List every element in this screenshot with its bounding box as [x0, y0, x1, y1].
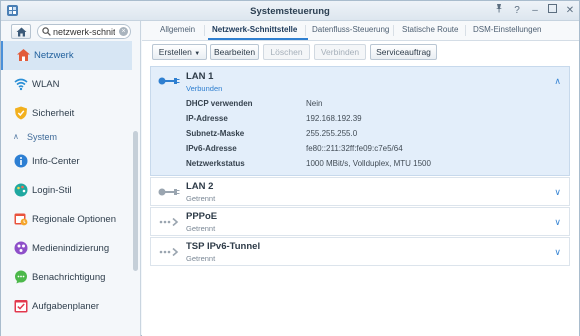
- sidebar-item-label: Medienindizierung: [32, 243, 110, 254]
- tab-separator: [204, 25, 205, 36]
- sidebar-item-label: Benachrichtigung: [32, 272, 106, 283]
- detail-key: IPv6-Adresse: [186, 144, 237, 153]
- connect-button[interactable]: Verbinden: [314, 44, 366, 60]
- interface-status: Getrennt: [186, 254, 216, 263]
- chevron-down-icon[interactable]: ∨: [554, 217, 561, 228]
- chevron-down-icon[interactable]: ∨: [554, 187, 561, 198]
- interface-name: PPPoE: [186, 211, 218, 222]
- sidebar-scrollbar[interactable]: [133, 131, 138, 271]
- sidebar-item-label: Sicherheit: [32, 108, 75, 119]
- sidebar-item-login-stil[interactable]: Login-Stil: [1, 176, 132, 205]
- title-bar[interactable]: Systemsteuerung ? – ✕: [1, 1, 579, 21]
- maximize-icon[interactable]: [544, 3, 560, 19]
- create-button-label: Erstellen: [158, 47, 192, 57]
- detail-key: Netzwerkstatus: [186, 159, 245, 168]
- sidebar-item-netzwerk[interactable]: Netzwerk: [1, 41, 132, 70]
- home-button[interactable]: [11, 24, 31, 39]
- interface-status: Getrennt: [186, 194, 216, 203]
- sidebar-item-wlan[interactable]: WLAN: [1, 70, 132, 99]
- sidebar-item-info-center[interactable]: Info-Center: [1, 147, 132, 176]
- tab-statische-route[interactable]: Statische Route: [402, 25, 458, 34]
- interface-name: TSP IPv6-Tunnel: [186, 241, 261, 252]
- section-label: System: [27, 132, 58, 142]
- sidebar-item-label: Info-Center: [32, 156, 80, 167]
- interface-name: LAN 1: [186, 71, 214, 82]
- clear-search-icon[interactable]: ×: [119, 27, 128, 36]
- tab-netzwerk-schnittstelle[interactable]: Netzwerk-Schnittstelle: [212, 25, 297, 34]
- detail-value: fe80::211:32ff:fe09:c7e5/64: [306, 144, 403, 153]
- tab-datenfluss-steuerung[interactable]: Datenfluss-Steuerung: [312, 25, 389, 34]
- ethernet-disconnected-icon: [158, 187, 180, 199]
- tab-separator: [393, 25, 394, 36]
- service-order-button[interactable]: Serviceauftrag: [370, 44, 437, 60]
- delete-button[interactable]: Löschen: [263, 44, 310, 60]
- chevron-down-icon[interactable]: ∨: [554, 247, 561, 258]
- sidebar-item-aufgabenplaner[interactable]: Aufgabenplaner: [1, 292, 132, 321]
- interface-item-pppoe[interactable]: PPPoE Getrennt ∨: [150, 207, 570, 236]
- sidebar-item-label: Aufgabenplaner: [32, 301, 100, 312]
- control-panel-window: Systemsteuerung ? – ✕ × Netzwerk: [0, 0, 580, 336]
- sidebar-item-medienindizierung[interactable]: Medienindizierung: [1, 234, 132, 263]
- sidebar-item-label: Regionale Optionen: [32, 214, 116, 225]
- dropdown-arrow-icon: ▼: [194, 51, 201, 57]
- minimize-icon[interactable]: –: [527, 3, 543, 19]
- sidebar: × Netzwerk WLAN Sicherheit ∧ System: [1, 21, 141, 336]
- tab-allgemein[interactable]: Allgemein: [160, 25, 195, 34]
- shield-icon: [14, 106, 28, 120]
- sidebar-item-label: Netzwerk: [34, 50, 74, 61]
- detail-key: Subnetz-Maske: [186, 129, 245, 138]
- sidebar-item-label: WLAN: [32, 79, 60, 90]
- interface-status: Verbunden: [186, 84, 223, 93]
- chat-icon: [14, 270, 28, 284]
- edit-button[interactable]: Bearbeiten: [210, 44, 259, 60]
- chevron-up-icon: ∧: [13, 132, 19, 141]
- tab-bar: Allgemein Netzwerk-Schnittstelle Datenfl…: [142, 21, 579, 41]
- home-icon: [16, 27, 27, 37]
- tab-separator: [465, 25, 466, 36]
- detail-key: DHCP verwenden: [186, 99, 253, 108]
- sidebar-item-regionale-optionen[interactable]: Regionale Optionen: [1, 205, 132, 234]
- tab-separator: [305, 25, 306, 36]
- help-icon[interactable]: ?: [509, 3, 525, 19]
- detail-value: 1000 MBit/s, Vollduplex, MTU 1500: [306, 159, 431, 168]
- interface-item-lan2[interactable]: LAN 2 Getrennt ∨: [150, 177, 570, 206]
- info-icon: [14, 154, 28, 168]
- main-panel: Allgemein Netzwerk-Schnittstelle Datenfl…: [142, 21, 579, 336]
- sidebar-section-system[interactable]: ∧ System: [1, 129, 132, 145]
- sidebar-item-benachrichtigung[interactable]: Benachrichtigung: [1, 263, 132, 292]
- detail-key: IP-Adresse: [186, 114, 228, 123]
- close-icon[interactable]: ✕: [562, 3, 578, 19]
- interface-item-tsp-ipv6-tunnel[interactable]: TSP IPv6-Tunnel Getrennt ∨: [150, 237, 570, 266]
- media-icon: [14, 241, 28, 255]
- ethernet-connected-icon: [158, 76, 180, 88]
- sidebar-toolbar: ×: [1, 21, 140, 41]
- detail-value: Nein: [306, 99, 323, 108]
- interface-status: Getrennt: [186, 224, 216, 233]
- chevron-up-icon[interactable]: ∧: [554, 76, 561, 87]
- interface-name: LAN 2: [186, 181, 214, 192]
- sidebar-item-sicherheit[interactable]: Sicherheit: [1, 99, 132, 128]
- wifi-icon: [14, 77, 28, 91]
- pin-icon[interactable]: [491, 3, 507, 19]
- dial-up-icon: [158, 217, 180, 229]
- search-icon: [42, 27, 51, 36]
- create-button[interactable]: Erstellen ▼: [152, 44, 207, 60]
- toolbar: Erstellen ▼ Bearbeiten Löschen Verbinden…: [142, 41, 579, 63]
- search-box[interactable]: ×: [37, 24, 131, 39]
- calendar-clock-icon: [14, 212, 28, 226]
- sidebar-item-label: Login-Stil: [32, 185, 72, 196]
- house-network-icon: [16, 48, 30, 62]
- tunnel-icon: [158, 247, 180, 259]
- interface-item-lan1[interactable]: LAN 1 Verbunden ∧ DHCP verwenden Nein IP…: [150, 66, 570, 176]
- tab-dsm-einstellungen[interactable]: DSM-Einstellungen: [473, 25, 541, 34]
- palette-icon: [14, 183, 28, 197]
- detail-value: 255.255.255.0: [306, 129, 358, 138]
- detail-value: 192.168.192.39: [306, 114, 362, 123]
- checklist-icon: [14, 299, 28, 313]
- search-input[interactable]: [53, 26, 115, 38]
- active-tab-indicator: [208, 38, 308, 40]
